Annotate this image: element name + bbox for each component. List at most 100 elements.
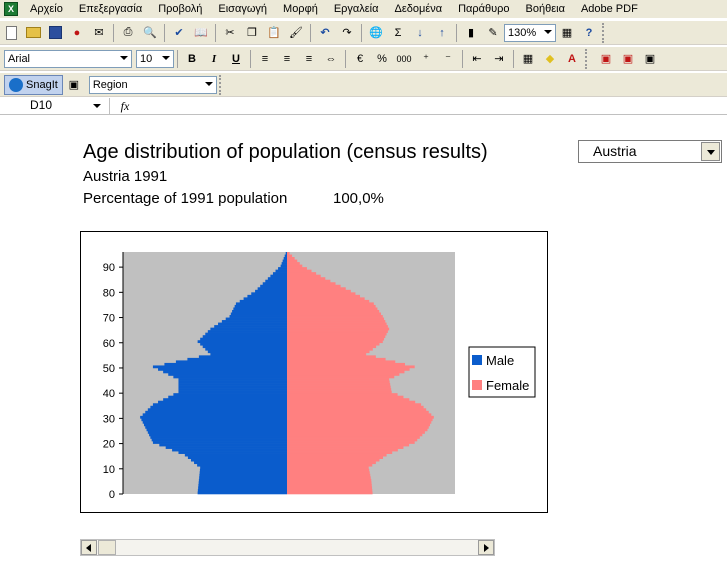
borders-icon[interactable]: ▦	[518, 49, 538, 69]
menu-help[interactable]: Βοήθεια	[526, 3, 565, 15]
spelling-icon[interactable]: ✔	[169, 23, 189, 43]
new-icon[interactable]	[1, 23, 21, 43]
formula-input[interactable]	[140, 98, 727, 114]
align-right-icon[interactable]: ≡	[299, 49, 319, 69]
horizontal-scrollbar[interactable]	[80, 539, 495, 556]
female-bar	[287, 456, 384, 460]
menu-edit[interactable]: Επεξεργασία	[79, 3, 142, 15]
country-dropdown[interactable]: Austria	[578, 140, 722, 163]
sort-descending-icon[interactable]: ↑	[432, 23, 452, 43]
drawing-icon[interactable]: ✎	[483, 23, 503, 43]
percent-button[interactable]: %	[372, 49, 392, 69]
format-painter-icon[interactable]: 🖌	[286, 23, 306, 43]
scroll-thumb[interactable]	[98, 540, 116, 555]
male-bar	[234, 304, 287, 308]
decrease-indent-icon[interactable]: ⇤	[467, 49, 487, 69]
zoom-combo[interactable]: 130%	[504, 23, 556, 42]
font-name-combo[interactable]: Arial	[4, 49, 132, 68]
female-bar	[287, 317, 385, 321]
chevron-down-icon[interactable]	[93, 104, 101, 108]
copy-icon[interactable]: ❐	[242, 23, 262, 43]
chevron-down-icon[interactable]	[701, 142, 720, 161]
toolbar-separator	[361, 23, 362, 42]
email-icon[interactable]: ✉	[89, 23, 109, 43]
scroll-left-button[interactable]	[81, 540, 97, 555]
male-bar	[178, 383, 287, 386]
underline-button[interactable]: U	[226, 49, 246, 69]
female-bar	[287, 375, 395, 379]
convert-pdf-icon[interactable]: ▣	[596, 49, 616, 69]
male-bar	[232, 309, 287, 313]
calculator-icon[interactable]: ▦	[557, 23, 577, 43]
autosum-icon[interactable]: Σ	[388, 23, 408, 43]
pdf-review-icon[interactable]: ▣	[640, 49, 660, 69]
snagit-button[interactable]: SnagIt	[4, 74, 63, 95]
permission-icon[interactable]: ●	[67, 23, 87, 43]
population-pyramid-chart[interactable]: 0 10 20 30 40 50 60 70 80 90 Male Female	[80, 231, 548, 513]
female-bar	[287, 471, 370, 475]
insert-function-icon[interactable]: fx	[110, 99, 140, 114]
sort-ascending-icon[interactable]: ↓	[410, 23, 430, 43]
align-center-icon[interactable]: ≡	[277, 49, 297, 69]
male-bar	[199, 471, 287, 475]
menu-file[interactable]: Αρχείο	[30, 3, 63, 15]
male-bar	[207, 350, 287, 354]
open-icon[interactable]	[23, 23, 43, 43]
scroll-right-button[interactable]	[478, 540, 494, 555]
cut-icon[interactable]: ✂	[220, 23, 240, 43]
menu-data[interactable]: Δεδομένα	[395, 3, 443, 15]
snagit-capture-icon[interactable]: ▣	[64, 75, 84, 95]
female-bar	[287, 289, 351, 293]
fill-color-icon[interactable]: ◆	[540, 49, 560, 69]
male-bar	[178, 451, 287, 454]
male-bar	[165, 446, 287, 449]
menu-tools[interactable]: Εργαλεία	[334, 3, 379, 15]
female-bar	[287, 299, 370, 303]
print-preview-icon[interactable]: 🔍	[140, 23, 160, 43]
name-box[interactable]: D10	[0, 98, 110, 114]
align-left-icon[interactable]: ≡	[255, 49, 275, 69]
merge-center-icon[interactable]: ⇔	[321, 49, 341, 69]
menu-adobe-pdf[interactable]: Adobe PDF	[581, 3, 638, 15]
region-combo[interactable]: Region	[88, 75, 217, 94]
currency-icon[interactable]: €	[350, 49, 370, 69]
font-color-icon[interactable]: A	[562, 49, 582, 69]
increase-indent-icon[interactable]: ⇥	[489, 49, 509, 69]
male-bar	[140, 415, 287, 419]
chart-wizard-icon[interactable]: ▮	[461, 23, 481, 43]
toolbar-grip[interactable]	[218, 74, 225, 95]
male-bar	[205, 347, 287, 351]
menu-format[interactable]: Μορφή	[283, 3, 318, 15]
male-bar	[198, 355, 287, 359]
male-bar	[145, 425, 287, 429]
menu-window[interactable]: Παράθυρο	[458, 3, 509, 15]
female-bar	[287, 430, 425, 434]
male-bar	[278, 267, 287, 270]
increase-decimal-icon[interactable]: ⁺	[416, 49, 436, 69]
bold-button[interactable]: B	[182, 49, 202, 69]
undo-icon[interactable]: ↶	[315, 23, 335, 43]
y-tick-label: 10	[103, 464, 115, 476]
research-icon[interactable]: 📖	[191, 23, 211, 43]
italic-button[interactable]: I	[204, 49, 224, 69]
decrease-decimal-icon[interactable]: ⁻	[438, 49, 458, 69]
thousands-button[interactable]: 000	[394, 49, 414, 69]
font-size-combo[interactable]: 10	[136, 49, 174, 68]
toolbar-grip[interactable]	[585, 48, 591, 69]
female-bar	[287, 297, 365, 301]
print-icon[interactable]: ⎙	[118, 23, 138, 43]
menu-insert[interactable]: Εισαγωγή	[218, 3, 267, 15]
toolbar-grip[interactable]	[602, 22, 608, 43]
female-bar	[287, 403, 422, 407]
menu-view[interactable]: Προβολή	[158, 3, 202, 15]
paste-icon[interactable]: 📋	[264, 23, 284, 43]
excel-app-icon[interactable]: X	[4, 2, 18, 16]
pdf-email-icon[interactable]: ▣	[618, 49, 638, 69]
female-bar	[287, 433, 423, 437]
save-icon[interactable]	[45, 23, 65, 43]
help-icon[interactable]: ?	[579, 23, 599, 43]
male-bar	[159, 443, 287, 447]
female-bar	[287, 302, 374, 306]
hyperlink-icon[interactable]: 🌐	[366, 23, 386, 43]
redo-icon[interactable]: ↷	[337, 23, 357, 43]
